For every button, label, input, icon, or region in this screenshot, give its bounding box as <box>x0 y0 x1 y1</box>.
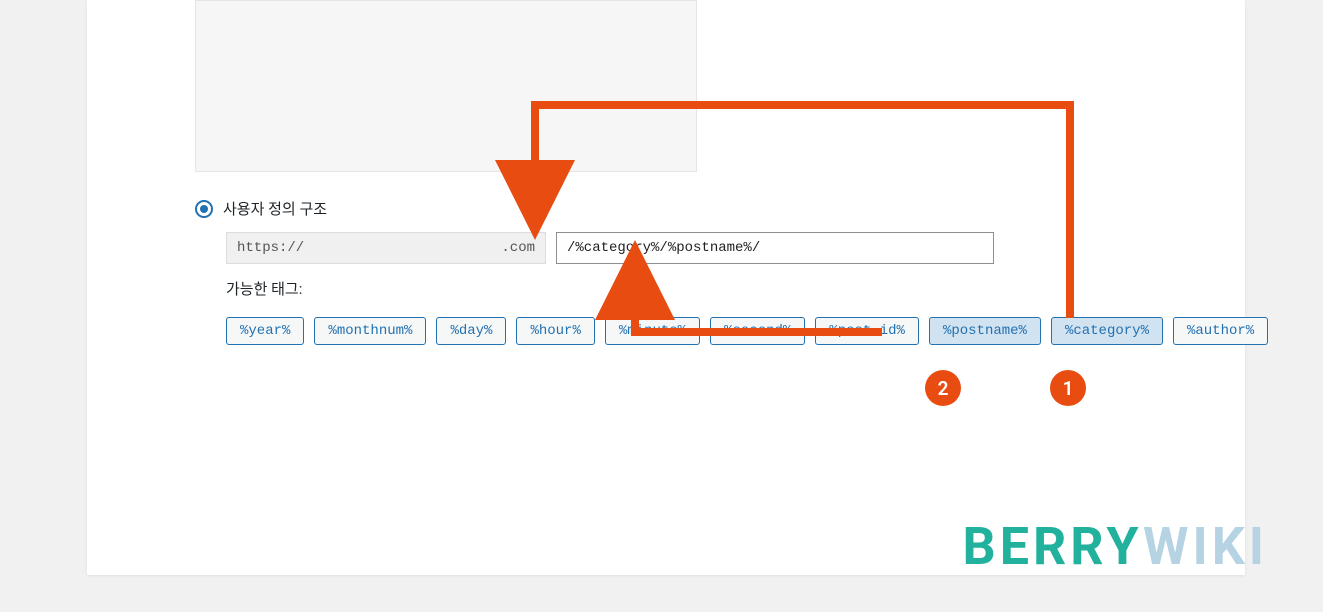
tag-postname-button[interactable]: %postname% <box>929 317 1041 345</box>
tag-author-button[interactable]: %author% <box>1173 317 1268 345</box>
permalink-url-row: https:// .com <box>226 232 994 264</box>
watermark-part1: BERRY <box>963 516 1143 577</box>
settings-panel: 사용자 정의 구조 https:// .com 가능한 태그: %year% %m… <box>87 0 1245 575</box>
url-scheme: https:// <box>237 233 304 263</box>
radio-selected-icon[interactable] <box>195 200 213 218</box>
watermark: BERRYWIKI <box>963 516 1268 577</box>
permalink-structure-input[interactable] <box>556 232 994 264</box>
tag-hour-button[interactable]: %hour% <box>516 317 594 345</box>
custom-structure-label: 사용자 정의 구조 <box>223 198 327 219</box>
site-url-prefix: https:// .com <box>226 232 546 264</box>
tag-category-button[interactable]: %category% <box>1051 317 1163 345</box>
placeholder-box <box>195 0 697 172</box>
tag-day-button[interactable]: %day% <box>436 317 506 345</box>
available-tags-label: 가능한 태그: <box>226 278 302 299</box>
tag-monthnum-button[interactable]: %monthnum% <box>314 317 426 345</box>
custom-structure-option[interactable]: 사용자 정의 구조 <box>195 198 327 219</box>
watermark-part2: WIKI <box>1143 516 1268 577</box>
available-tags-row: %year% %monthnum% %day% %hour% %minute% %seco… <box>226 317 1268 345</box>
url-domain: .com <box>501 233 535 263</box>
tag-second-button[interactable]: %second% <box>710 317 805 345</box>
tag-minute-button[interactable]: %minute% <box>605 317 700 345</box>
tag-post-id-button[interactable]: %post_id% <box>815 317 919 345</box>
tag-year-button[interactable]: %year% <box>226 317 304 345</box>
